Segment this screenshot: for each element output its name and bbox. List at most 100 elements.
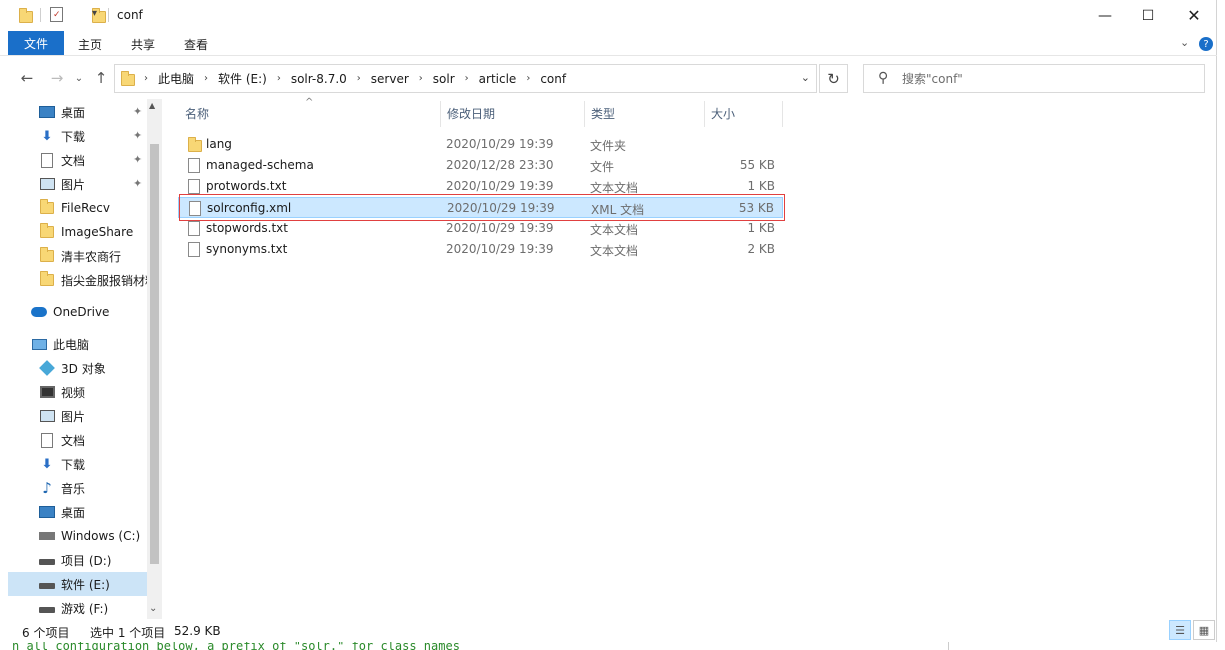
properties-icon[interactable]: ✓ [50,7,63,22]
navigation-pane: 桌面 ✦ ⬇ 下载 ✦ 文档 ✦ 图片 ✦ FileRecv ImageShare 清丰农商行 指尖金服… [8,99,162,619]
search-box[interactable]: ⚲ [863,64,1205,93]
file-explorer-window: ✓ ▾ conf — ☐ ✕ 文件 主页 共享 查看 ⌄ ? ← → ⌄ ↑ ›… [0,0,1217,642]
file-type: 文件 [590,160,615,174]
back-button[interactable]: ← [17,68,37,88]
breadcrumb-conf[interactable]: conf [537,72,569,86]
nav-item[interactable]: 清丰农商行 [8,244,148,268]
nav-item[interactable]: ⬇ 下载 [8,452,148,476]
chevron-right-icon[interactable]: › [137,73,155,84]
column-header-size[interactable]: 大小 [704,99,783,128]
nav-item-label: 桌面 [61,505,86,520]
pin-icon[interactable]: ✦ [133,129,142,142]
folder-icon [19,8,33,23]
item-count: 6 个项目 [22,626,70,640]
chevron-right-icon[interactable]: › [270,73,288,84]
chevron-right-icon[interactable]: › [519,73,537,84]
nav-item-this-pc[interactable]: 此电脑 [8,332,148,356]
file-row[interactable]: stopwords.txt 2020/10/29 19:39 文本文档 1 KB [178,218,783,239]
nav-item[interactable]: 游戏 (F:) [8,596,148,619]
chevron-right-icon[interactable]: › [458,73,476,84]
nav-item[interactable]: 桌面 [8,500,148,524]
column-header-date[interactable]: 修改日期 [440,99,584,128]
status-bar: 6 个项目 选中 1 个项目 52.9 KB [0,620,1217,641]
tab-view[interactable]: 查看 [184,36,208,53]
file-row[interactable]: synonyms.txt 2020/10/29 19:39 文本文档 2 KB [178,239,783,260]
nav-item[interactable]: 图片 [8,404,148,428]
nav-item[interactable]: 视频 [8,380,148,404]
nav-item[interactable]: 桌面 [8,100,148,124]
nav-item[interactable]: 3D 对象 [8,356,148,380]
nav-item[interactable]: 文档 [8,428,148,452]
video-icon [39,384,55,400]
nav-item[interactable]: ImageShare [8,220,148,244]
nav-item[interactable]: 指尖金服报销材料 [8,268,148,292]
nav-item[interactable]: FileRecv [8,196,148,220]
customize-toolbar-icon[interactable]: ▾ [92,8,97,19]
details-view-button[interactable]: ☰ [1169,620,1191,640]
nav-item-label: OneDrive [53,305,110,319]
nav-item-label: 音乐 [61,481,86,496]
download-icon: ⬇ [41,456,53,472]
nav-item[interactable]: 文档 [8,148,148,172]
document-icon [39,152,55,168]
address-history-dropdown-icon[interactable]: ⌄ [801,71,810,84]
nav-item[interactable]: 软件 (E:) [8,572,148,596]
folder-icon [39,247,55,264]
file-size: 55 KB [739,158,775,172]
file-type: 文本文档 [590,244,639,258]
file-icon [188,242,200,260]
file-icon [188,158,200,176]
up-button[interactable]: ↑ [91,68,111,88]
tab-file[interactable]: 文件 [8,31,64,55]
nav-item-onedrive[interactable]: OneDrive [8,300,148,324]
file-size: 1 KB [747,179,775,193]
file-size: 2 KB [747,242,775,256]
breadcrumb-server[interactable]: server [368,72,412,86]
column-divider[interactable] [782,101,783,127]
expand-ribbon-icon[interactable]: ⌄ [1180,36,1189,49]
scroll-down-icon[interactable]: ⌄ [149,603,157,614]
nav-item[interactable]: Windows (C:) [8,524,148,548]
maximize-button[interactable]: ☐ [1125,0,1171,31]
pin-icon[interactable]: ✦ [133,105,142,118]
recent-locations-button[interactable]: ⌄ [69,68,89,88]
forward-button[interactable]: → [47,68,67,88]
scroll-up-icon[interactable]: ▲ [149,101,155,110]
help-icon[interactable]: ? [1199,37,1213,51]
breadcrumb-article[interactable]: article [476,72,520,86]
nav-item[interactable]: ⬇ 下载 [8,124,148,148]
nav-item-label: FileRecv [61,201,110,215]
minimize-button[interactable]: — [1082,0,1128,31]
breadcrumb-solr-root[interactable]: solr-8.7.0 [288,72,350,86]
search-input[interactable] [902,70,1192,88]
file-row[interactable]: lang 2020/10/29 19:39 文件夹 [178,134,783,155]
column-header-type[interactable]: 类型 [584,99,704,128]
chevron-right-icon[interactable]: › [350,73,368,84]
file-name: stopwords.txt [206,221,288,235]
pin-icon[interactable]: ✦ [133,177,142,190]
chevron-right-icon[interactable]: › [412,73,430,84]
close-button[interactable]: ✕ [1171,0,1217,31]
file-date: 2020/10/29 19:39 [446,242,554,256]
nav-item[interactable]: 图片 [8,172,148,196]
pin-icon[interactable]: ✦ [133,153,142,166]
file-name: protwords.txt [206,179,287,193]
large-icons-view-button[interactable]: ▦ [1193,620,1215,640]
nav-item[interactable]: 项目 (D:) [8,548,148,572]
breadcrumb-solr[interactable]: solr [430,72,458,86]
refresh-button[interactable]: ↻ [819,64,848,93]
breadcrumb-this-pc[interactable]: 此电脑 [155,70,197,87]
file-icon [188,221,200,239]
nav-scrollbar-thumb[interactable] [150,144,159,564]
computer-icon [31,336,47,352]
address-bar[interactable]: › 此电脑 › 软件 (E:) › solr-8.7.0 › server › … [114,64,817,93]
tab-home[interactable]: 主页 [78,36,102,53]
background-editor-line: n all configuration below, a prefix of "… [0,641,1225,650]
background-editor-text: n all configuration below, a prefix of "… [12,641,460,650]
chevron-right-icon[interactable]: › [197,73,215,84]
nav-item[interactable]: ♪ 音乐 [8,476,148,500]
breadcrumb-drive-e[interactable]: 软件 (E:) [215,70,270,87]
tab-share[interactable]: 共享 [131,36,155,53]
file-row[interactable]: managed-schema 2020/12/28 23:30 文件 55 KB [178,155,783,176]
file-date: 2020/10/29 19:39 [446,137,554,151]
